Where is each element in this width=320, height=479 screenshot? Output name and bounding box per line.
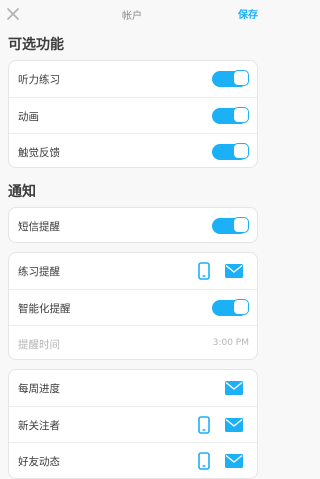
sms-card: 短信提醒 xyxy=(8,207,258,243)
setting-row-animation: 动画 xyxy=(9,97,257,133)
toggle-knob xyxy=(233,217,249,233)
setting-row-new-followers: 新关注者 xyxy=(9,406,257,442)
phone-icon[interactable] xyxy=(198,452,210,470)
setting-label: 听力练习 xyxy=(18,74,60,86)
phone-icon[interactable] xyxy=(198,416,210,434)
setting-label: 动画 xyxy=(18,111,39,123)
top-bar: 帐户 保存 xyxy=(0,0,264,28)
save-button[interactable]: 保存 xyxy=(238,6,258,21)
setting-row-weekly-progress: 每周进度 xyxy=(9,370,257,406)
setting-label: 提醒时间 xyxy=(18,339,60,351)
optional-features-card: 听力练习 动画 触觉反馈 xyxy=(8,60,258,168)
haptic-toggle[interactable] xyxy=(212,143,249,160)
toggle-knob xyxy=(233,70,249,86)
listening-toggle[interactable] xyxy=(212,70,249,87)
section-title-optional-features: 可选功能 xyxy=(8,37,64,53)
toggle-knob xyxy=(233,299,249,315)
section-title-notifications: 通知 xyxy=(8,184,36,200)
setting-row-smart-reminder: 智能化提醒 xyxy=(9,289,257,325)
mail-icon[interactable] xyxy=(225,454,243,468)
setting-row-haptic: 触觉反馈 xyxy=(9,133,257,167)
toggle-knob xyxy=(233,107,249,123)
smart-reminder-toggle[interactable] xyxy=(212,299,249,316)
phone-icon[interactable] xyxy=(198,262,210,280)
setting-row-listening: 听力练习 xyxy=(9,61,257,97)
practice-reminder-card: 练习提醒 智能化提醒 提醒时间 3:00 PM xyxy=(8,252,258,360)
setting-row-sms: 短信提醒 xyxy=(9,208,257,242)
mail-icon[interactable] xyxy=(225,418,243,432)
setting-label: 好友动态 xyxy=(18,456,60,468)
setting-row-practice-reminder: 练习提醒 xyxy=(9,253,257,289)
setting-label: 练习提醒 xyxy=(18,266,60,278)
setting-label: 每周进度 xyxy=(18,383,60,395)
animation-toggle[interactable] xyxy=(212,107,249,124)
setting-row-reminder-time[interactable]: 提醒时间 3:00 PM xyxy=(9,325,257,359)
setting-label: 短信提醒 xyxy=(18,221,60,233)
mail-icon[interactable] xyxy=(225,264,243,278)
sms-toggle[interactable] xyxy=(212,217,249,234)
page-title: 帐户 xyxy=(122,11,142,22)
reminder-time-value: 3:00 PM xyxy=(212,338,249,348)
setting-row-friend-activity: 好友动态 xyxy=(9,442,257,478)
toggle-knob xyxy=(233,143,249,159)
setting-label: 触觉反馈 xyxy=(18,147,60,159)
setting-label: 新关注者 xyxy=(18,420,60,432)
setting-label: 智能化提醒 xyxy=(18,303,71,315)
mail-icon[interactable] xyxy=(225,381,243,395)
